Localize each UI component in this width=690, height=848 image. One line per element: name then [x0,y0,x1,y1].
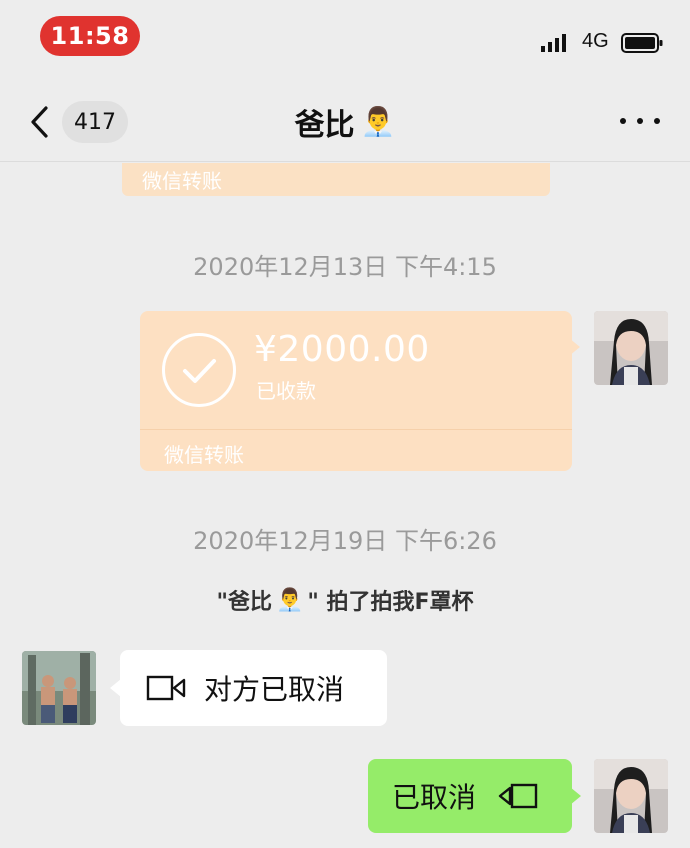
bubble-tail [570,787,581,805]
battery-icon [621,33,663,53]
chat-title: 爸比 [294,108,355,143]
card-divider [140,429,572,430]
title-emoji: 👨‍💼 [360,105,396,138]
timestamp: 2020年12月13日 下午4:15 [193,253,497,281]
pat-suffix: " 拍了拍我F罩杯 [307,590,474,615]
signal-strength-icon [541,34,566,52]
video-call-message-incoming[interactable]: 对方已取消 [120,650,387,726]
more-options-icon[interactable] [620,112,660,130]
transfer-card-partial[interactable]: 微信转账 [122,163,550,196]
status-time: 11:58 [40,16,140,56]
bubble-tail [569,338,580,356]
transfer-status: 已收款 [256,379,316,403]
pat-notice: "爸比 👨‍💼 " 拍了拍我F罩杯 [0,584,690,616]
header-divider [0,161,690,162]
chat-title-bar: 爸比 👨‍💼 [0,99,690,145]
transfer-card-label: 微信转账 [142,169,222,193]
pat-prefix: "爸比 [216,590,272,615]
avatar[interactable] [594,311,668,385]
pat-emoji: 👨‍💼 [275,587,304,613]
check-circle-icon [162,333,236,407]
video-call-icon [498,783,538,809]
transfer-card-label: 微信转账 [164,443,244,467]
network-type: 4G [582,30,609,52]
transfer-card[interactable]: ¥2000.00 已收款 微信转账 [140,311,572,471]
avatar[interactable] [594,759,668,833]
call-status-text: 对方已取消 [204,673,345,706]
video-call-icon [146,675,186,701]
video-call-message-outgoing[interactable]: 已取消 [368,759,572,833]
call-status-text: 已取消 [392,781,477,814]
transfer-amount: ¥2000.00 [254,329,430,370]
avatar[interactable] [22,651,96,725]
timestamp: 2020年12月19日 下午6:26 [193,527,497,555]
